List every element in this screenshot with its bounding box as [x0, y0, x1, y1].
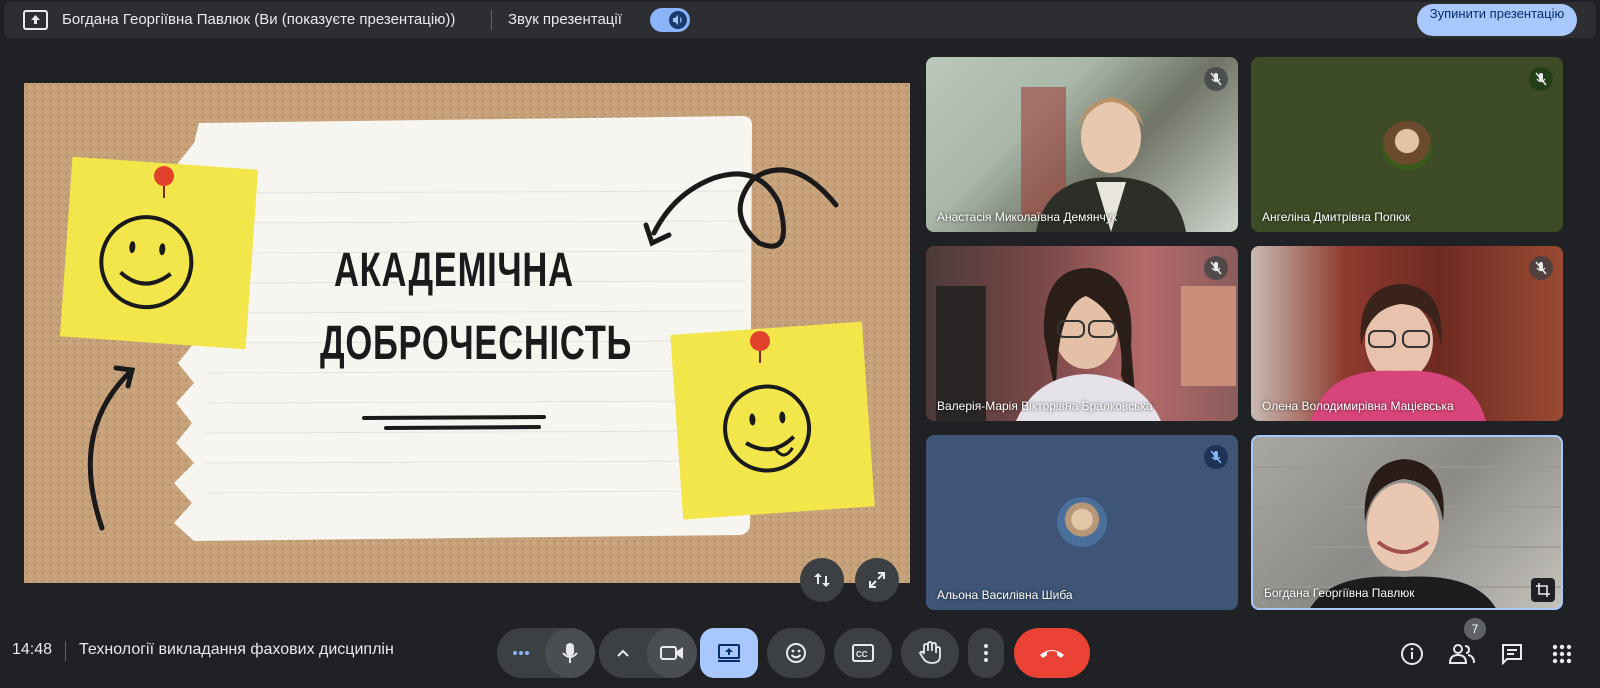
- apps-grid-icon: [1552, 644, 1572, 664]
- participant-name: Ангеліна Дмитрівна Попюк: [1262, 210, 1411, 224]
- participant-tile[interactable]: Анастасія Миколаївна Демянчук: [926, 57, 1238, 232]
- volume-icon: [669, 11, 687, 29]
- participant-name: Валерія-Марія Вікторівна Бралковська: [937, 399, 1153, 413]
- participants-count-badge: 7: [1464, 618, 1486, 640]
- participant-name: Олена Володимирівна Мацієвська: [1262, 399, 1454, 413]
- present-to-all-icon: [718, 644, 740, 662]
- meeting-details-button[interactable]: [1398, 640, 1426, 668]
- present-to-all-icon: [23, 10, 48, 30]
- mic-off-icon: [1204, 67, 1228, 91]
- participant-tile[interactable]: Валерія-Марія Вікторівна Бралковська: [926, 246, 1238, 421]
- closed-caption-icon: CC: [852, 644, 874, 662]
- mic-off-icon: [1529, 67, 1553, 91]
- captions-button[interactable]: CC: [834, 628, 892, 678]
- activities-button[interactable]: [1548, 640, 1576, 668]
- fullscreen-button[interactable]: [855, 558, 899, 602]
- audio-controls-group: [497, 628, 595, 678]
- mic-off-icon: [1204, 256, 1228, 280]
- participant-video: [1021, 87, 1186, 232]
- participant-name: Богдана Георгіївна Павлюк: [1264, 586, 1415, 600]
- video-controls-group: [599, 628, 697, 678]
- divider: [491, 10, 492, 30]
- presentation-sound-label: Звук презентації: [508, 11, 622, 28]
- chevron-up-icon: [617, 649, 629, 657]
- meeting-time: 14:48: [12, 641, 53, 658]
- microphone-button[interactable]: [545, 628, 595, 678]
- participant-name: Анастасія Миколаївна Демянчук: [937, 210, 1118, 224]
- camera-button[interactable]: [647, 628, 697, 678]
- raise-hand-button[interactable]: [901, 628, 959, 678]
- svg-text:CC: CC: [856, 650, 868, 659]
- chat-button[interactable]: [1498, 640, 1526, 668]
- participant-tile[interactable]: Ангеліна Дмитрівна Попюк: [1251, 57, 1563, 232]
- participant-video: [1253, 459, 1561, 608]
- presentation-bar: Богдана Георгіївна Павлюк (Ви (показуєте…: [4, 2, 1596, 38]
- divider: [65, 641, 66, 661]
- crop-icon[interactable]: [1531, 578, 1555, 602]
- presenter-title: Богдана Георгіївна Павлюк (Ви (показуєте…: [62, 11, 456, 28]
- participant-video: [1311, 284, 1486, 421]
- videocam-icon: [660, 646, 683, 660]
- avatar: [1382, 121, 1432, 171]
- mic-off-icon: [1529, 256, 1553, 280]
- leave-call-button[interactable]: [1014, 628, 1090, 678]
- mic-off-icon: [1204, 445, 1228, 469]
- slide-title-line2: ДОБРОЧЕСНІСТЬ: [320, 317, 633, 370]
- participant-tile[interactable]: Олена Володимирівна Мацієвська: [1251, 246, 1563, 421]
- open-in-full-icon: [869, 572, 885, 588]
- people-button[interactable]: [1448, 640, 1476, 668]
- avatar: [1057, 497, 1107, 547]
- mic-icon: [562, 643, 578, 663]
- emoji-reactions-button[interactable]: [767, 628, 825, 678]
- more-horiz-icon: [513, 651, 529, 655]
- reframe-button[interactable]: [800, 558, 844, 602]
- participant-tile[interactable]: Альона Василівна Шиба: [926, 435, 1238, 610]
- presentation-sound-toggle[interactable]: [650, 8, 690, 32]
- info-icon: [1401, 643, 1423, 665]
- swap-vert-icon: [814, 573, 830, 587]
- more-options-button[interactable]: [968, 628, 1004, 678]
- people-icon: [1449, 644, 1475, 664]
- video-settings-button[interactable]: [599, 628, 647, 678]
- participant-video: [936, 267, 1236, 421]
- present-button[interactable]: [700, 628, 758, 678]
- audio-settings-button[interactable]: [497, 628, 545, 678]
- participant-name: Альона Василівна Шиба: [937, 588, 1073, 602]
- hand-icon: [919, 641, 941, 664]
- participant-tile-self[interactable]: Богдана Георгіївна Павлюк: [1251, 435, 1563, 610]
- slide-title-line1: АКАДЕМІЧНА: [334, 244, 574, 297]
- emoji-icon: [786, 643, 806, 663]
- presentation-slide: АКАДЕМІЧНА ДОБРОЧЕСНІСТЬ: [24, 83, 910, 583]
- call-end-icon: [1040, 650, 1064, 658]
- meeting-title: Технології викладання фахових дисциплін: [79, 641, 394, 658]
- more-vert-icon: [984, 644, 988, 662]
- stop-presenting-button[interactable]: Зупинити презентацію: [1417, 4, 1577, 36]
- chat-icon: [1502, 644, 1522, 665]
